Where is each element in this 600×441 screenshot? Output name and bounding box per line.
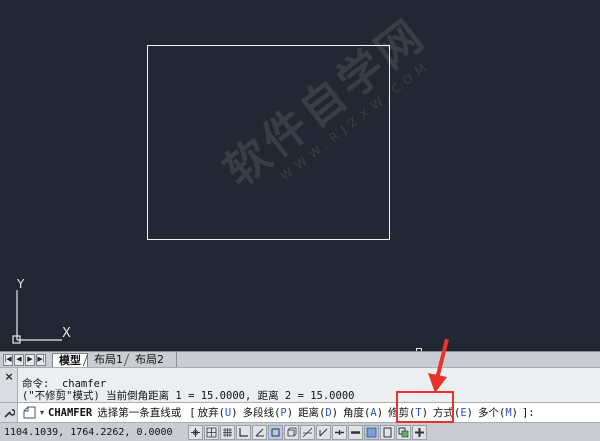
drawing-canvas[interactable]: 软件自学网 WWW.RJZXW.COM Y X	[0, 0, 600, 353]
ucs-icon: Y X	[12, 277, 71, 344]
status-bar: 1104.1039, 1764.2262, 0.0000	[0, 423, 600, 441]
dynamic-ucs-icon[interactable]	[316, 424, 331, 440]
ucs-y-label: Y	[16, 277, 25, 291]
command-history: × 命令: _chamfer ("不修剪"模式) 当前倒角距离 1 = 15.0…	[0, 367, 600, 403]
bracket-close: ]:	[521, 406, 535, 419]
first-tab-button[interactable]: |◀	[3, 353, 13, 366]
bracket-open: [	[189, 406, 196, 419]
grid-display-icon[interactable]	[220, 424, 235, 440]
command-name: CHAMFER	[48, 406, 93, 419]
option-distance[interactable]: 距离(D)	[297, 405, 339, 420]
polar-tracking-icon[interactable]	[252, 424, 267, 440]
lineweight-icon[interactable]	[348, 424, 363, 440]
red-arrow-icon	[428, 338, 449, 393]
annotation-monitor-icon[interactable]	[412, 424, 427, 440]
next-tab-button[interactable]: ▶	[25, 353, 35, 366]
ucs-x-label: X	[62, 326, 71, 341]
prompt-text: 选择第一条直线或	[97, 407, 182, 419]
dynamic-input-icon[interactable]	[332, 424, 347, 440]
object-snap-icon[interactable]	[268, 424, 283, 440]
quick-properties-icon[interactable]	[380, 424, 395, 440]
command-prompt[interactable]: CHAMFER 选择第一条直线或 [ 放弃(U) 多段线(P) 距离(D) 角度…	[48, 403, 535, 422]
option-angle[interactable]: 角度(A)	[342, 405, 384, 420]
ortho-mode-icon[interactable]	[236, 424, 251, 440]
tab-layout1[interactable]: 布局1	[88, 353, 129, 367]
selection-cycling-icon[interactable]	[396, 424, 411, 440]
last-tab-button[interactable]: ▶|	[36, 353, 46, 366]
object-snap-tracking-icon[interactable]	[300, 424, 315, 440]
chevron-down-icon[interactable]: ▾	[40, 408, 48, 417]
option-multiple[interactable]: 多个(M)	[477, 405, 519, 420]
tab-layout2[interactable]: 布局2	[129, 353, 170, 367]
snap-mode-icon[interactable]	[204, 424, 219, 440]
command-window-handle[interactable]: ×	[0, 368, 18, 403]
transparency-icon[interactable]	[364, 424, 379, 440]
prev-tab-button[interactable]: ◀	[14, 353, 24, 366]
3d-object-snap-icon[interactable]	[284, 424, 299, 440]
option-polyline[interactable]: 多段线(P)	[242, 405, 294, 420]
infer-constraints-icon[interactable]	[188, 424, 203, 440]
history-line: ("不修剪"模式) 当前倒角距离 1 = 15.0000, 距离 2 = 15.…	[22, 390, 355, 402]
option-undo[interactable]: 放弃(U)	[197, 405, 239, 420]
command-line[interactable]: ▾ CHAMFER 选择第一条直线或 [ 放弃(U) 多段线(P) 距离(D) …	[0, 402, 600, 423]
layout-tab-bar: |◀ ◀ ▶ ▶| 模型 布局1 布局2	[0, 351, 600, 368]
customize-wrench-icon[interactable]	[0, 403, 18, 422]
horizontal-scrollbar[interactable]	[176, 351, 600, 368]
close-icon[interactable]: ×	[3, 370, 15, 384]
coordinate-readout: 1104.1039, 1764.2262, 0.0000	[4, 426, 173, 438]
recent-commands-icon[interactable]	[20, 403, 40, 422]
